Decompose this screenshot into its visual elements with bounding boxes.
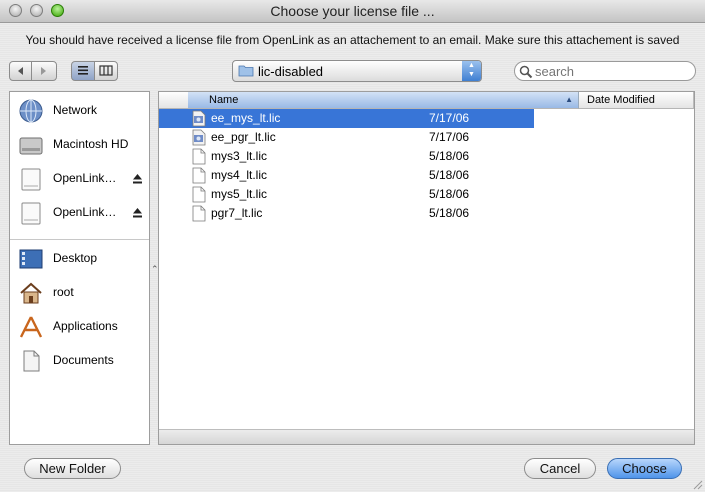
license-file-icon xyxy=(192,110,206,127)
window-title: Choose your license file ... xyxy=(270,3,435,19)
file-date: 5/18/06 xyxy=(429,168,470,182)
file-row[interactable]: ee_pgr_lt.lic 7/17/06 xyxy=(159,128,694,147)
horizontal-scrollbar[interactable] xyxy=(159,429,694,444)
file-name: ee_pgr_lt.lic xyxy=(211,130,276,144)
list-view-icon xyxy=(78,66,88,75)
hard-drive-icon xyxy=(19,137,43,155)
location-popup[interactable]: lic-disabled ▲ ▼ xyxy=(232,60,482,82)
documents-icon xyxy=(23,350,40,372)
column-header-date-modified[interactable]: Date Modified xyxy=(579,92,694,109)
resize-grip-icon[interactable] xyxy=(691,478,703,490)
sort-ascending-icon: ▲ xyxy=(565,95,573,104)
sidebar-item-network[interactable]: Network xyxy=(10,96,149,126)
eject-icon[interactable] xyxy=(132,207,143,219)
file-date: 5/18/06 xyxy=(429,149,470,163)
column-header-spacer xyxy=(159,92,188,109)
sidebar-item-macintosh-hd[interactable]: Macintosh HD xyxy=(10,130,149,160)
file-row[interactable]: mys3_lt.lic 5/18/06 xyxy=(159,147,694,166)
forward-button[interactable] xyxy=(31,61,57,81)
sidebar-item-openlink-1[interactable]: OpenLink… xyxy=(10,164,149,194)
sidebar-item-label: Network xyxy=(53,103,98,117)
instruction-message: You should have received a license file … xyxy=(25,33,680,47)
file-date: 7/17/06 xyxy=(429,130,470,144)
file-name: ee_mys_lt.lic xyxy=(211,111,281,125)
file-name: mys4_lt.lic xyxy=(211,168,268,182)
applications-icon xyxy=(19,316,43,338)
file-name: pgr7_lt.lic xyxy=(211,206,263,220)
file-row[interactable]: mys4_lt.lic 5/18/06 xyxy=(159,166,694,185)
sidebar-item-desktop[interactable]: Desktop xyxy=(10,244,149,274)
document-icon xyxy=(192,167,206,184)
sidebar-item-label: Macintosh HD xyxy=(53,137,129,151)
chevron-left-icon xyxy=(18,67,23,75)
file-row[interactable]: ee_mys_lt.lic 7/17/06 xyxy=(159,109,694,128)
sidebar-item-label: root xyxy=(53,285,74,299)
desktop-icon xyxy=(19,249,43,269)
sidebar-item-documents[interactable]: Documents xyxy=(10,346,149,376)
sidebar-item-label: OpenLink… xyxy=(53,205,117,219)
column-header-name[interactable]: Name ▲ xyxy=(188,92,579,109)
file-row[interactable]: mys5_lt.lic 5/18/06 xyxy=(159,185,694,204)
file-name: mys3_lt.lic xyxy=(211,149,268,163)
search-input[interactable] xyxy=(535,62,685,80)
list-view-button[interactable] xyxy=(71,61,95,81)
column-view-button[interactable] xyxy=(94,61,118,81)
disk-image-icon xyxy=(21,168,41,191)
file-date: 5/18/06 xyxy=(429,206,470,220)
sidebar-divider xyxy=(10,239,149,240)
sidebar-item-label: Desktop xyxy=(53,251,98,265)
home-icon xyxy=(20,282,42,304)
choose-license-dialog: Choose your license file ... You should … xyxy=(0,0,705,492)
choose-button[interactable]: Choose xyxy=(607,458,682,479)
sidebar-item-label: Documents xyxy=(53,353,114,367)
cancel-button[interactable]: Cancel xyxy=(524,458,596,479)
sidebar: Network Macintosh HD OpenLink… OpenLink…… xyxy=(9,91,150,445)
new-folder-button[interactable]: New Folder xyxy=(24,458,121,479)
chevron-up-down-icon: ▲ ▼ xyxy=(462,61,481,81)
document-icon xyxy=(192,148,206,165)
search-icon xyxy=(519,65,533,79)
disk-image-icon xyxy=(21,202,41,225)
back-button[interactable] xyxy=(9,61,32,81)
column-view-icon xyxy=(99,65,113,76)
document-icon xyxy=(192,186,206,203)
title-bar: Choose your license file ... xyxy=(0,0,705,23)
file-date: 7/17/06 xyxy=(429,111,470,125)
search-field[interactable] xyxy=(514,61,696,81)
sidebar-item-applications[interactable]: Applications xyxy=(10,312,149,342)
sidebar-item-label: OpenLink… xyxy=(53,171,117,185)
eject-icon[interactable] xyxy=(132,173,143,185)
file-list: Name ▲ Date Modified ee_mys_lt.lic 7/17/… xyxy=(158,91,695,445)
network-globe-icon xyxy=(19,99,43,123)
file-date: 5/18/06 xyxy=(429,187,470,201)
file-row[interactable]: pgr7_lt.lic 5/18/06 xyxy=(159,204,694,223)
location-label: lic-disabled xyxy=(258,64,324,79)
sidebar-item-label: Applications xyxy=(53,319,118,333)
folder-icon xyxy=(238,65,254,77)
chevron-right-icon xyxy=(41,67,46,75)
document-icon xyxy=(192,205,206,222)
license-file-icon xyxy=(192,129,206,146)
sidebar-item-openlink-2[interactable]: OpenLink… xyxy=(10,198,149,228)
sidebar-item-root[interactable]: root xyxy=(10,278,149,308)
file-name: mys5_lt.lic xyxy=(211,187,268,201)
